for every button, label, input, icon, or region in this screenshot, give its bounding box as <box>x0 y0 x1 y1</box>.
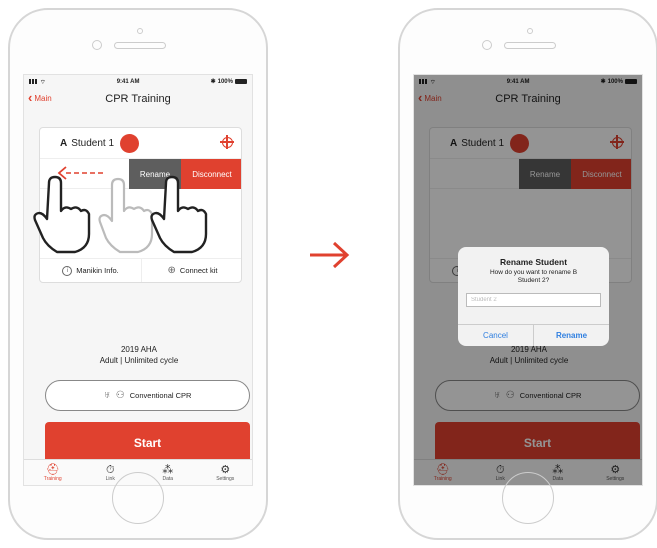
connect-kit-label: Connect kit <box>179 266 218 275</box>
student-status-dot <box>120 133 140 153</box>
arrow-right-icon <box>310 241 350 269</box>
bluetooth-icon: ✱ <box>210 79 216 85</box>
manikin-info-label: Manikin Info. <box>76 266 119 275</box>
protocol-mode: Adult | Unlimited cycle <box>99 356 179 365</box>
manikin-info-button[interactable]: i Manikin Info. <box>40 259 141 282</box>
student-name: Student 1 <box>71 137 115 149</box>
dialog-message: How do you want to rename B Student 2? <box>489 269 578 284</box>
rename-action-button[interactable]: Rename <box>129 159 181 189</box>
tab-training-label: Training <box>43 475 62 482</box>
disconnect-action-button[interactable]: Disconnect <box>181 159 241 189</box>
camera <box>482 40 492 50</box>
target-icon[interactable] <box>220 135 234 149</box>
rename-input[interactable] <box>466 293 601 307</box>
cpr-mode-label: Conventional CPR <box>129 391 192 400</box>
student-letter: A <box>60 137 68 149</box>
connect-kit-button[interactable]: ⊕ Connect kit <box>141 259 241 282</box>
status-bar: ⌔ 9:41 AM ✱ 100% <box>24 75 252 88</box>
connect-kit-icon: ⊕ <box>167 265 176 276</box>
swipe-row[interactable]: Rename Disconnect <box>40 159 241 189</box>
protocol-standard: 2019 AHA <box>120 345 158 354</box>
cancel-button[interactable]: Cancel <box>458 325 533 346</box>
link-icon: ⏱ <box>105 463 115 476</box>
back-button[interactable]: ‹ Main <box>28 90 52 105</box>
dialog-buttons: Cancel Rename <box>458 324 609 346</box>
phone-left: ⌔ 9:41 AM ✱ 100% ‹ Main CPR Training A St… <box>8 8 268 540</box>
sensor-dot <box>527 28 533 34</box>
back-label: Main <box>34 93 52 103</box>
wifi-icon: ⌔ <box>40 79 46 86</box>
training-icon: ⛑ <box>45 463 60 476</box>
tab-settings[interactable]: ⚙ Settings <box>197 460 253 485</box>
dialog-title: Rename Student <box>499 257 568 267</box>
sensor-dot <box>137 28 143 34</box>
info-icon: i <box>62 265 73 276</box>
tab-link-label: Link <box>105 475 115 482</box>
battery-icon <box>234 79 247 84</box>
cpr-mode-icons: ♅ ⚇ <box>103 390 126 401</box>
page-title: CPR Training <box>105 93 171 105</box>
protocol-info: 2019 AHA Adult | Unlimited cycle <box>24 344 252 366</box>
card-footer: i Manikin Info. ⊕ Connect kit <box>40 258 241 282</box>
student-card: A Student 1 Rename Disconnect i Manikin … <box>39 127 242 283</box>
cpr-mode-selector[interactable]: ♅ ⚇ Conventional CPR <box>45 380 250 411</box>
data-icon: ⁂ <box>162 463 174 476</box>
tab-training[interactable]: ⛑ Training <box>24 460 82 485</box>
student-row[interactable]: A Student 1 <box>40 128 241 159</box>
rename-confirm-button[interactable]: Rename <box>533 325 609 346</box>
status-time: 9:41 AM <box>116 78 140 85</box>
rename-dialog: Rename Student How do you want to rename… <box>458 247 609 346</box>
speaker <box>504 42 556 49</box>
tab-data-label: Data <box>162 475 174 482</box>
speaker <box>114 42 166 49</box>
nav-bar: ‹ Main CPR Training <box>24 88 252 110</box>
phone-right: ⌔ 9:41 AM ✱ 100% ‹ Main CPR Training A St… <box>398 8 657 540</box>
camera <box>92 40 102 50</box>
screen-right: ⌔ 9:41 AM ✱ 100% ‹ Main CPR Training A St… <box>413 74 643 486</box>
screen-left: ⌔ 9:41 AM ✱ 100% ‹ Main CPR Training A St… <box>23 74 253 486</box>
settings-icon: ⚙ <box>220 463 231 476</box>
home-button[interactable] <box>112 472 164 524</box>
battery-percent: 100% <box>217 78 233 85</box>
tab-settings-label: Settings <box>216 475 235 482</box>
swipe-left-arrow-icon <box>57 166 106 180</box>
start-button[interactable]: Start <box>45 422 250 463</box>
home-button[interactable] <box>502 472 554 524</box>
chevron-left-icon: ‹ <box>28 90 33 105</box>
signal-icon <box>29 79 38 84</box>
